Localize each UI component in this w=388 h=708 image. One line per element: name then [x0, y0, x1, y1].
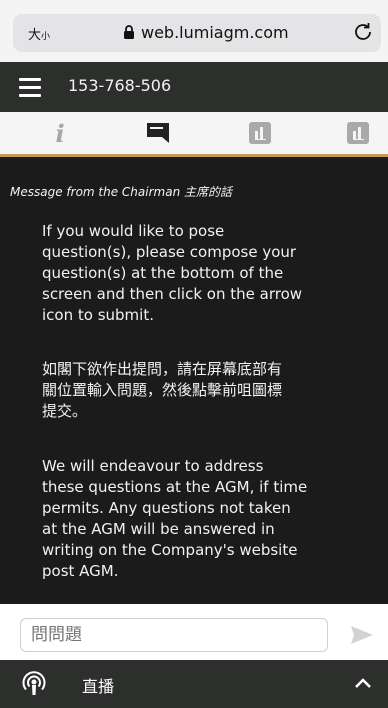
text-size-large-label: 大: [28, 28, 42, 43]
tab-messages[interactable]: [128, 112, 188, 154]
question-input[interactable]: [20, 618, 328, 652]
paragraph-english-instructions: If you would like to pose question(s), p…: [42, 221, 332, 326]
text-line: screen and then click on the arrow: [42, 285, 303, 303]
tab-bar: i: [0, 112, 388, 157]
tab-poll-1[interactable]: [230, 112, 290, 154]
text-line: If you would like to pose: [42, 222, 225, 240]
hamburger-menu-icon[interactable]: [19, 78, 41, 97]
message-icon: [147, 123, 169, 143]
chevron-up-icon[interactable]: [354, 676, 372, 690]
url-field[interactable]: 大小 web.lumiagm.com: [13, 14, 381, 52]
text-line: question(s), please compose your: [42, 243, 297, 261]
info-icon: i: [55, 118, 65, 148]
text-line: these questions at the AGM, if time: [42, 478, 308, 496]
paragraph-agm-note: We will endeavour to address these quest…: [42, 456, 332, 582]
question-composer: [0, 604, 388, 660]
app-header: 153-768-506: [0, 62, 388, 112]
paragraph-chinese-instructions: 如閣下欲作出提問，請在屏幕底部有 關位置輸入問題，然後點擊前咀圖標 提交。: [42, 359, 332, 422]
send-arrow-icon[interactable]: [350, 623, 374, 647]
text-size-button[interactable]: 大小: [28, 24, 50, 43]
text-line: icon to submit.: [42, 306, 154, 324]
poll-chart-icon: [249, 122, 271, 144]
lock-icon: [124, 25, 134, 39]
text-line: We will endeavour to address: [42, 457, 264, 475]
broadcast-icon: [22, 671, 46, 695]
url-display: web.lumiagm.com: [123, 23, 289, 42]
text-line: permits. Any questions not taken: [42, 499, 291, 517]
text-line: 如閣下欲作出提問，請在屏幕底部有: [42, 360, 283, 378]
text-line: question(s) at the bottom of the: [42, 264, 284, 282]
text-line: at the AGM will be answered in: [42, 520, 275, 538]
url-text: web.lumiagm.com: [141, 23, 289, 42]
text-line: writing on the Company's website: [42, 541, 298, 559]
tab-poll-2[interactable]: [328, 112, 388, 154]
message-header: Message from the Chairman 主席的話: [10, 185, 232, 199]
text-size-small-label: 小: [41, 32, 51, 42]
text-line: 關位置輸入問題，然後點擊前咀圖標: [42, 381, 283, 399]
live-label: 直播: [82, 677, 115, 696]
live-broadcast-bar[interactable]: 直播: [0, 660, 388, 708]
text-line: 提交。: [42, 402, 88, 420]
reload-icon[interactable]: [351, 20, 375, 44]
tab-info[interactable]: i: [30, 112, 90, 154]
meeting-id: 153-768-506: [68, 76, 172, 95]
message-panel: Message from the Chairman 主席的話 If you wo…: [0, 157, 388, 604]
text-line: post AGM.: [42, 562, 119, 580]
poll-chart-icon: [347, 122, 369, 144]
browser-address-bar: 大小 web.lumiagm.com: [0, 0, 388, 62]
